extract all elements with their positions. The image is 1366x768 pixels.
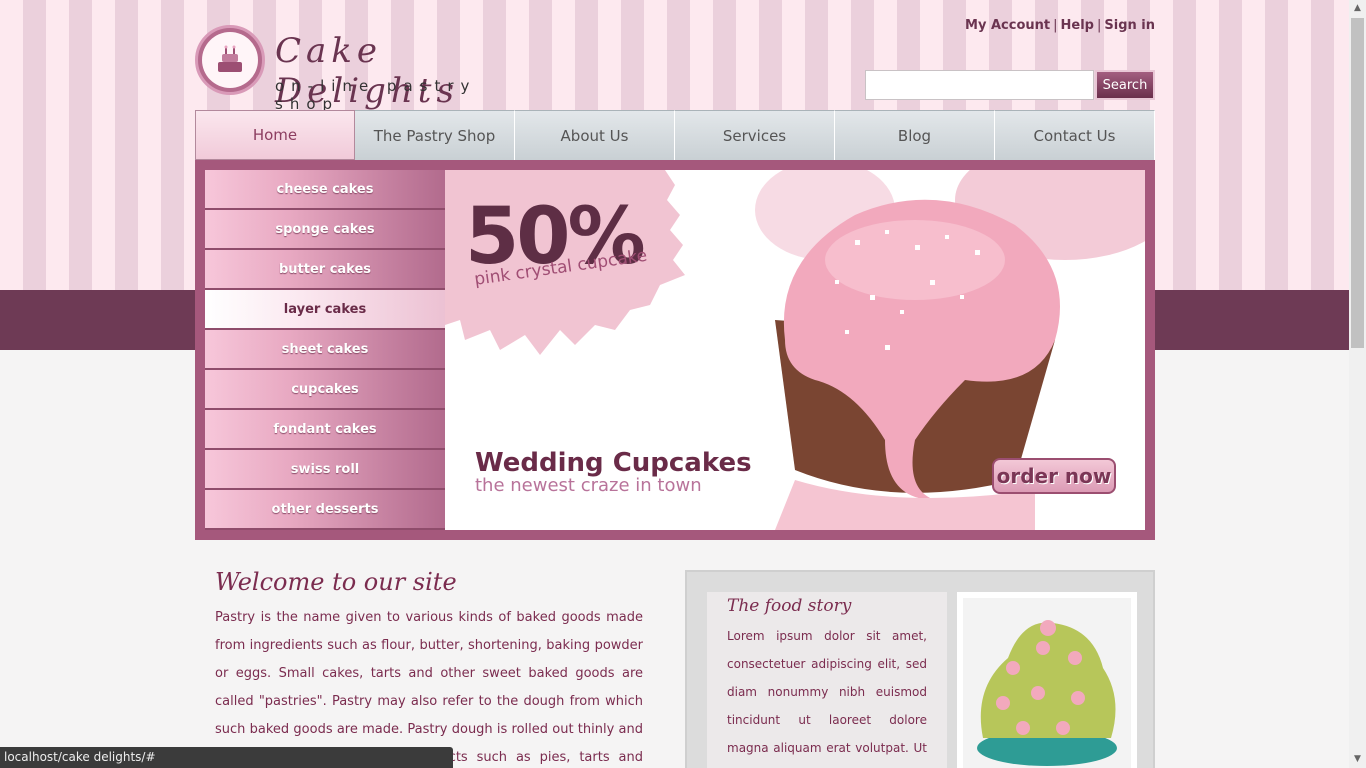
cake-photo	[957, 592, 1137, 768]
tab-about-us[interactable]: About Us	[515, 110, 675, 160]
sidebar-item-fondant-cakes[interactable]: fondant cakes	[205, 410, 445, 450]
my-account-link[interactable]: My Account	[965, 18, 1050, 33]
separator: |	[1053, 18, 1058, 33]
food-story-card: The food story Lorem ipsum dolor sit ame…	[707, 592, 947, 768]
tab-pastry-shop[interactable]: The Pastry Shop	[355, 110, 515, 160]
sidebar-item-sheet-cakes[interactable]: sheet cakes	[205, 330, 445, 370]
main-nav: Home The Pastry Shop About Us Services B…	[195, 110, 1155, 160]
sidebar-item-cheese-cakes[interactable]: cheese cakes	[205, 170, 445, 210]
promo-banner[interactable]: 50% pink crystal cupcake Wedding Cupcake…	[445, 170, 1145, 530]
tab-contact-us[interactable]: Contact Us	[995, 110, 1155, 160]
sign-in-link[interactable]: Sign in	[1104, 18, 1155, 33]
sidebar-item-butter-cakes[interactable]: butter cakes	[205, 250, 445, 290]
welcome-title: Welcome to our site	[215, 568, 457, 596]
scroll-down-icon[interactable]: ▼	[1349, 751, 1366, 768]
sidebar-menu: cheese cakes sponge cakes butter cakes l…	[205, 170, 445, 530]
sidebar-item-sponge-cakes[interactable]: sponge cakes	[205, 210, 445, 250]
food-story-box: The food story Lorem ipsum dolor sit ame…	[685, 570, 1155, 768]
help-link[interactable]: Help	[1061, 18, 1094, 33]
banner-title: Wedding Cupcakes	[475, 448, 752, 478]
food-story-title: The food story	[727, 596, 852, 616]
food-story-text: Lorem ipsum dolor sit amet, consectetuer…	[727, 629, 927, 755]
scroll-thumb[interactable]	[1351, 18, 1364, 348]
sidebar-item-swiss-roll[interactable]: swiss roll	[205, 450, 445, 490]
sidebar-item-layer-cakes[interactable]: layer cakes	[205, 290, 445, 330]
vertical-scrollbar[interactable]: ▲ ▼	[1349, 0, 1366, 768]
hero-frame: cheese cakes sponge cakes butter cakes l…	[195, 160, 1155, 540]
cake-icon	[195, 25, 265, 95]
sidebar-item-other-desserts[interactable]: other desserts	[205, 490, 445, 530]
separator: |	[1096, 18, 1102, 33]
tab-services[interactable]: Services	[675, 110, 835, 160]
banner-subtitle: the newest craze in town	[475, 475, 702, 496]
top-links: My Account | Help | Sign in	[965, 18, 1155, 33]
tab-blog[interactable]: Blog	[835, 110, 995, 160]
scroll-up-icon[interactable]: ▲	[1349, 0, 1366, 17]
browser-status-bar: localhost/cake delights/#	[0, 747, 453, 768]
logo-subtitle: on-line pastry shop	[275, 77, 477, 113]
sidebar-item-cupcakes[interactable]: cupcakes	[205, 370, 445, 410]
tab-home[interactable]: Home	[195, 110, 355, 160]
search-input[interactable]	[865, 70, 1094, 100]
search-button[interactable]: Search	[1095, 70, 1155, 100]
order-now-button[interactable]: order now	[992, 458, 1116, 494]
welcome-text: Pastry is the name given to various kind…	[215, 610, 643, 765]
logo[interactable]: Cake Delights on-line pastry shop	[195, 25, 535, 113]
welcome-section: Welcome to our site Pastry is the name g…	[215, 568, 643, 768]
